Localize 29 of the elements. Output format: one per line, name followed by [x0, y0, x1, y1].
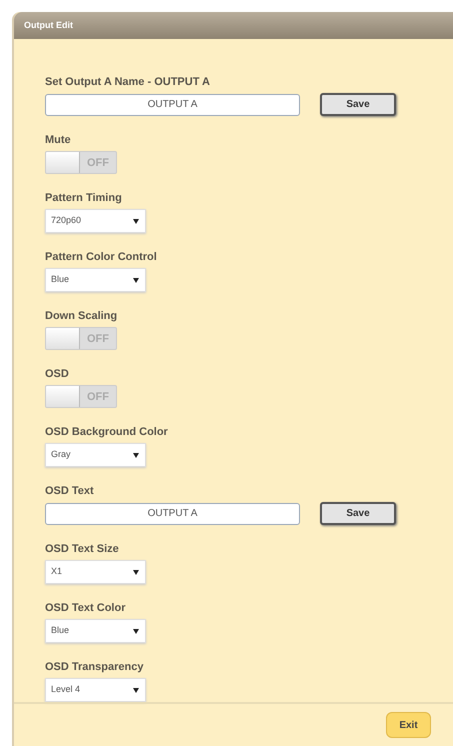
field-label: OSD Text Size: [45, 542, 120, 556]
window-title: Output Edit: [24, 18, 73, 32]
field-label: Pattern Timing: [45, 191, 123, 206]
save-button[interactable]: Save: [320, 93, 396, 116]
text-field[interactable]: OUTPUT A: [45, 94, 300, 116]
exit-button[interactable]: Exit: [386, 712, 431, 738]
field-label: OSD: [45, 367, 70, 382]
text-field[interactable]: OUTPUT A: [45, 502, 300, 525]
dropdown[interactable]: X1: [45, 560, 146, 584]
dropdown[interactable]: Level 4: [45, 678, 146, 702]
save-button[interactable]: Save: [320, 502, 396, 526]
dropdown-arrow-icon: [132, 217, 140, 226]
field-label: Down Scaling: [45, 309, 118, 324]
dropdown-arrow-icon: [132, 686, 140, 694]
dropdown[interactable]: 720p60: [45, 209, 146, 234]
dropdown[interactable]: Gray: [45, 443, 146, 468]
dropdown-arrow-icon: [132, 451, 140, 460]
field-label: Mute: [45, 133, 72, 148]
field-label: OSD Transparency: [45, 660, 144, 674]
dropdown-arrow-icon: [132, 276, 140, 284]
dropdown[interactable]: Blue: [45, 619, 146, 644]
field-label: OSD Text: [45, 484, 95, 498]
field-label: Pattern Color Control: [45, 250, 158, 264]
field-label: OSD Background Color: [45, 425, 169, 440]
dropdown-arrow-icon: [132, 568, 140, 576]
field-label: Set Output A Name - OUTPUT A: [45, 75, 211, 90]
field-label: OSD Text Color: [45, 601, 126, 616]
dropdown-arrow-icon: [132, 627, 140, 636]
dropdown[interactable]: Blue: [45, 268, 146, 292]
